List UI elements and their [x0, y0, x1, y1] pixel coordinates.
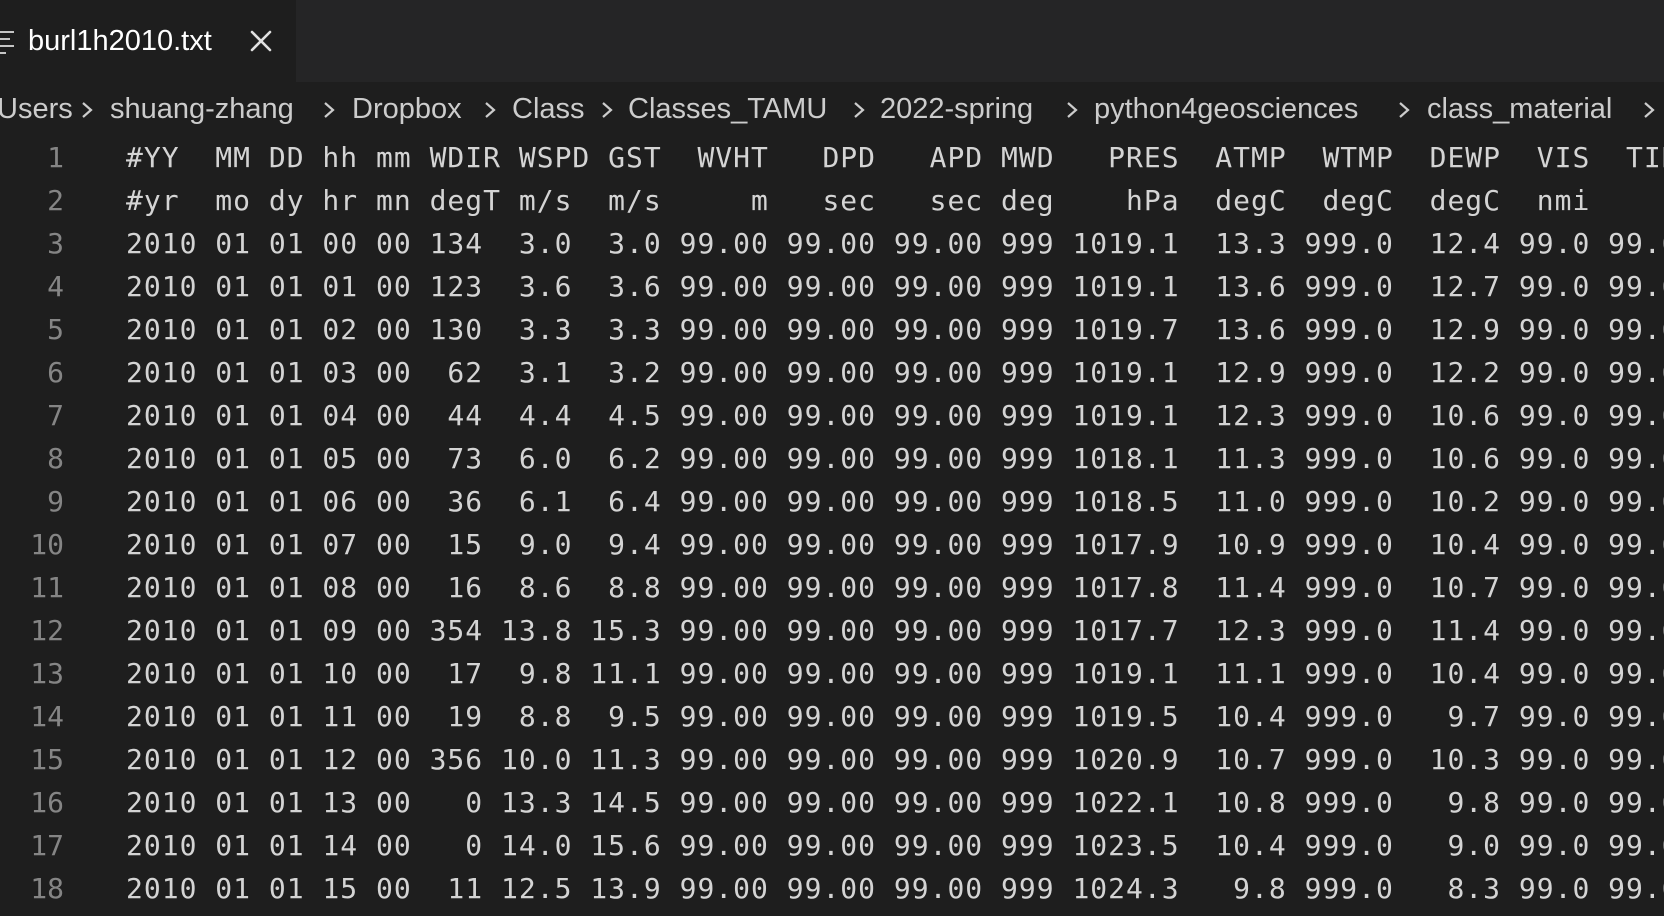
close-icon[interactable]	[248, 28, 274, 54]
line-number: 5	[47, 313, 64, 346]
line-text: 2010 01 01 11 00 19 8.8 9.5 99.00 99.00 …	[126, 700, 1664, 733]
line-text: 2010 01 01 04 00 44 4.4 4.5 99.00 99.00 …	[126, 399, 1664, 432]
tab-burl1h2010[interactable]: burl1h2010.txt	[0, 0, 296, 82]
line-text: 2010 01 01 02 00 130 3.3 3.3 99.00 99.00…	[126, 313, 1664, 346]
line-number: 13	[30, 657, 64, 690]
line-text: 2010 01 01 15 00 11 12.5 13.9 99.00 99.0…	[126, 872, 1664, 905]
chevron-right-icon	[602, 102, 613, 118]
chevron-right-icon	[1644, 102, 1655, 118]
tab-bar: burl1h2010.txt	[0, 0, 1664, 82]
line-number: 16	[30, 786, 64, 819]
code-line[interactable]: 9 2010 01 01 06 00 36 6.1 6.4 99.00 99.00…	[0, 480, 1664, 523]
breadcrumb-item-2022-spring[interactable]: 2022-spring	[880, 92, 1033, 126]
code-line[interactable]: 5 2010 01 01 02 00 130 3.3 3.3 99.00 99.0…	[0, 308, 1664, 351]
line-text: 2010 01 01 12 00 356 10.0 11.3 99.00 99.…	[126, 743, 1664, 776]
line-text: 2010 01 01 10 00 17 9.8 11.1 99.00 99.00…	[126, 657, 1664, 690]
code-line[interactable]: 15 2010 01 01 12 00 356 10.0 11.3 99.00 9…	[0, 738, 1664, 781]
line-number: 11	[30, 571, 64, 604]
code-line[interactable]: 8 2010 01 01 05 00 73 6.0 6.2 99.00 99.00…	[0, 437, 1664, 480]
code-line[interactable]: 3 2010 01 01 00 00 134 3.0 3.0 99.00 99.0…	[0, 222, 1664, 265]
line-number: 8	[47, 442, 64, 475]
breadcrumb-item-classes-tamu[interactable]: Classes_TAMU	[628, 92, 827, 126]
line-number: 7	[47, 399, 64, 432]
line-text: 2010 01 01 06 00 36 6.1 6.4 99.00 99.00 …	[126, 485, 1664, 518]
line-number: 6	[47, 356, 64, 389]
chevron-right-icon	[1067, 102, 1078, 118]
line-number: 4	[47, 270, 64, 303]
line-number: 2	[47, 184, 64, 217]
code-line[interactable]: 2 #yr mo dy hr mn degT m/s m/s m sec sec …	[0, 179, 1664, 222]
code-line[interactable]: 1 #YY MM DD hh mm WDIR WSPD GST WVHT DPD …	[0, 136, 1664, 179]
code-line[interactable]: 6 2010 01 01 03 00 62 3.1 3.2 99.00 99.00…	[0, 351, 1664, 394]
line-text: 2010 01 01 00 00 134 3.0 3.0 99.00 99.00…	[126, 227, 1664, 260]
line-number: 12	[30, 614, 64, 647]
breadcrumb-item-class-material[interactable]: class_material	[1427, 92, 1612, 126]
code-line[interactable]: 10 2010 01 01 07 00 15 9.0 9.4 99.00 99.0…	[0, 523, 1664, 566]
tab-title: burl1h2010.txt	[28, 25, 212, 57]
line-number: 18	[30, 872, 64, 905]
breadcrumb-item-class[interactable]: Class	[512, 92, 585, 126]
line-number: 1	[47, 141, 64, 174]
breadcrumb-item-python4geosciences[interactable]: python4geosciences	[1094, 92, 1358, 126]
line-number: 15	[30, 743, 64, 776]
line-number: 14	[30, 700, 64, 733]
chevron-right-icon	[324, 102, 335, 118]
line-text: 2010 01 01 14 00 0 14.0 15.6 99.00 99.00…	[126, 829, 1664, 862]
breadcrumb-item-dropbox[interactable]: Dropbox	[352, 92, 462, 126]
breadcrumb-item-shuang-zhang[interactable]: shuang-zhang	[110, 92, 294, 126]
code-line[interactable]: 16 2010 01 01 13 00 0 13.3 14.5 99.00 99.…	[0, 781, 1664, 824]
line-text: 2010 01 01 09 00 354 13.8 15.3 99.00 99.…	[126, 614, 1664, 647]
line-text: 2010 01 01 07 00 15 9.0 9.4 99.00 99.00 …	[126, 528, 1664, 561]
code-line[interactable]: 4 2010 01 01 01 00 123 3.6 3.6 99.00 99.0…	[0, 265, 1664, 308]
code-line[interactable]: 11 2010 01 01 08 00 16 8.6 8.8 99.00 99.0…	[0, 566, 1664, 609]
line-text: 2010 01 01 13 00 0 13.3 14.5 99.00 99.00…	[126, 786, 1664, 819]
code-line[interactable]: 13 2010 01 01 10 00 17 9.8 11.1 99.00 99.…	[0, 652, 1664, 695]
line-number: 10	[30, 528, 64, 561]
line-text: 2010 01 01 01 00 123 3.6 3.6 99.00 99.00…	[126, 270, 1664, 303]
chevron-right-icon	[1399, 102, 1410, 118]
code-line[interactable]: 14 2010 01 01 11 00 19 8.8 9.5 99.00 99.0…	[0, 695, 1664, 738]
chevron-right-icon	[485, 102, 496, 118]
code-editor[interactable]: 1 #YY MM DD hh mm WDIR WSPD GST WVHT DPD …	[0, 136, 1664, 916]
editor-window: burl1h2010.txt Users shuang-zhang Dropbo…	[0, 0, 1664, 916]
chevron-right-icon	[854, 102, 865, 118]
lines-icon	[0, 29, 14, 54]
breadcrumb-item-users[interactable]: Users	[0, 92, 73, 126]
line-text: 2010 01 01 03 00 62 3.1 3.2 99.00 99.00 …	[126, 356, 1664, 389]
breadcrumb: Users shuang-zhang Dropbox Class Classes…	[0, 82, 1664, 136]
code-line[interactable]: 18 2010 01 01 15 00 11 12.5 13.9 99.00 99…	[0, 867, 1664, 910]
line-text: 2010 01 01 08 00 16 8.6 8.8 99.00 99.00 …	[126, 571, 1664, 604]
code-line[interactable]: 7 2010 01 01 04 00 44 4.4 4.5 99.00 99.00…	[0, 394, 1664, 437]
code-line[interactable]: 17 2010 01 01 14 00 0 14.0 15.6 99.00 99.…	[0, 824, 1664, 867]
line-text: 2010 01 01 05 00 73 6.0 6.2 99.00 99.00 …	[126, 442, 1664, 475]
line-text: #yr mo dy hr mn degT m/s m/s m sec sec d…	[126, 184, 1664, 217]
chevron-right-icon	[82, 102, 93, 118]
line-number: 9	[47, 485, 64, 518]
line-number: 3	[47, 227, 64, 260]
code-line[interactable]: 12 2010 01 01 09 00 354 13.8 15.3 99.00 9…	[0, 609, 1664, 652]
line-text: #YY MM DD hh mm WDIR WSPD GST WVHT DPD A…	[126, 141, 1664, 174]
line-number: 17	[30, 829, 64, 862]
